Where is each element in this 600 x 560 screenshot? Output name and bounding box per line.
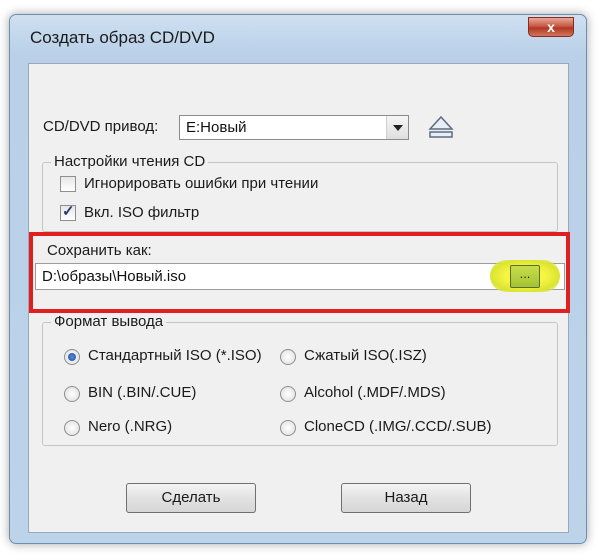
drive-select-value: E:Новый — [186, 119, 247, 136]
radio-bin[interactable] — [64, 386, 80, 402]
format-alcohol-label: Alcohol (.MDF/.MDS) — [304, 384, 446, 401]
save-as-label: Сохранить как: — [47, 242, 152, 259]
format-compressed-iso-label: Сжатый ISO(.ISZ) — [304, 347, 427, 364]
format-clonecd-label: CloneCD (.IMG/.CCD/.SUB) — [304, 418, 492, 435]
radio-nero[interactable] — [64, 420, 80, 436]
eject-icon — [428, 115, 454, 138]
drive-select[interactable]: E:Новый — [179, 115, 409, 140]
iso-filter-label: Вкл. ISO фильтр — [84, 204, 200, 221]
radio-compressed-iso[interactable] — [280, 349, 296, 365]
format-bin-label: BIN (.BIN/.CUE) — [88, 384, 197, 401]
checkmark-icon: ✓ — [62, 203, 75, 220]
save-path-input[interactable] — [35, 263, 565, 290]
browse-button[interactable]: ... — [510, 265, 540, 288]
ignore-errors-label: Игнорировать ошибки при чтении — [84, 175, 319, 192]
eject-button[interactable] — [426, 111, 456, 141]
drive-label: CD/DVD привод: — [43, 118, 159, 135]
create-image-dialog: Создать образ CD/DVD x CD/DVD привод: E:… — [9, 14, 587, 544]
close-button[interactable]: x — [528, 17, 574, 37]
radio-standard-iso[interactable] — [64, 349, 80, 365]
read-settings-legend: Настройки чтения CD — [51, 153, 209, 170]
back-button[interactable]: Назад — [341, 483, 471, 513]
dialog-title: Создать образ CD/DVD — [30, 28, 215, 47]
format-standard-iso-label: Стандартный ISO (*.ISO) — [88, 347, 262, 364]
format-nero-label: Nero (.NRG) — [88, 418, 173, 435]
dialog-body: CD/DVD привод: E:Новый Настройки чтения … — [28, 63, 570, 533]
radio-alcohol[interactable] — [280, 386, 296, 402]
radio-clonecd[interactable] — [280, 420, 296, 436]
output-format-legend: Формат вывода — [51, 313, 167, 330]
read-settings-group: Настройки чтения CD — [42, 153, 558, 232]
ignore-errors-checkbox[interactable] — [60, 176, 76, 192]
make-button[interactable]: Сделать — [126, 483, 256, 513]
chevron-down-icon[interactable] — [386, 116, 408, 139]
iso-filter-checkbox[interactable]: ✓ — [60, 203, 76, 221]
